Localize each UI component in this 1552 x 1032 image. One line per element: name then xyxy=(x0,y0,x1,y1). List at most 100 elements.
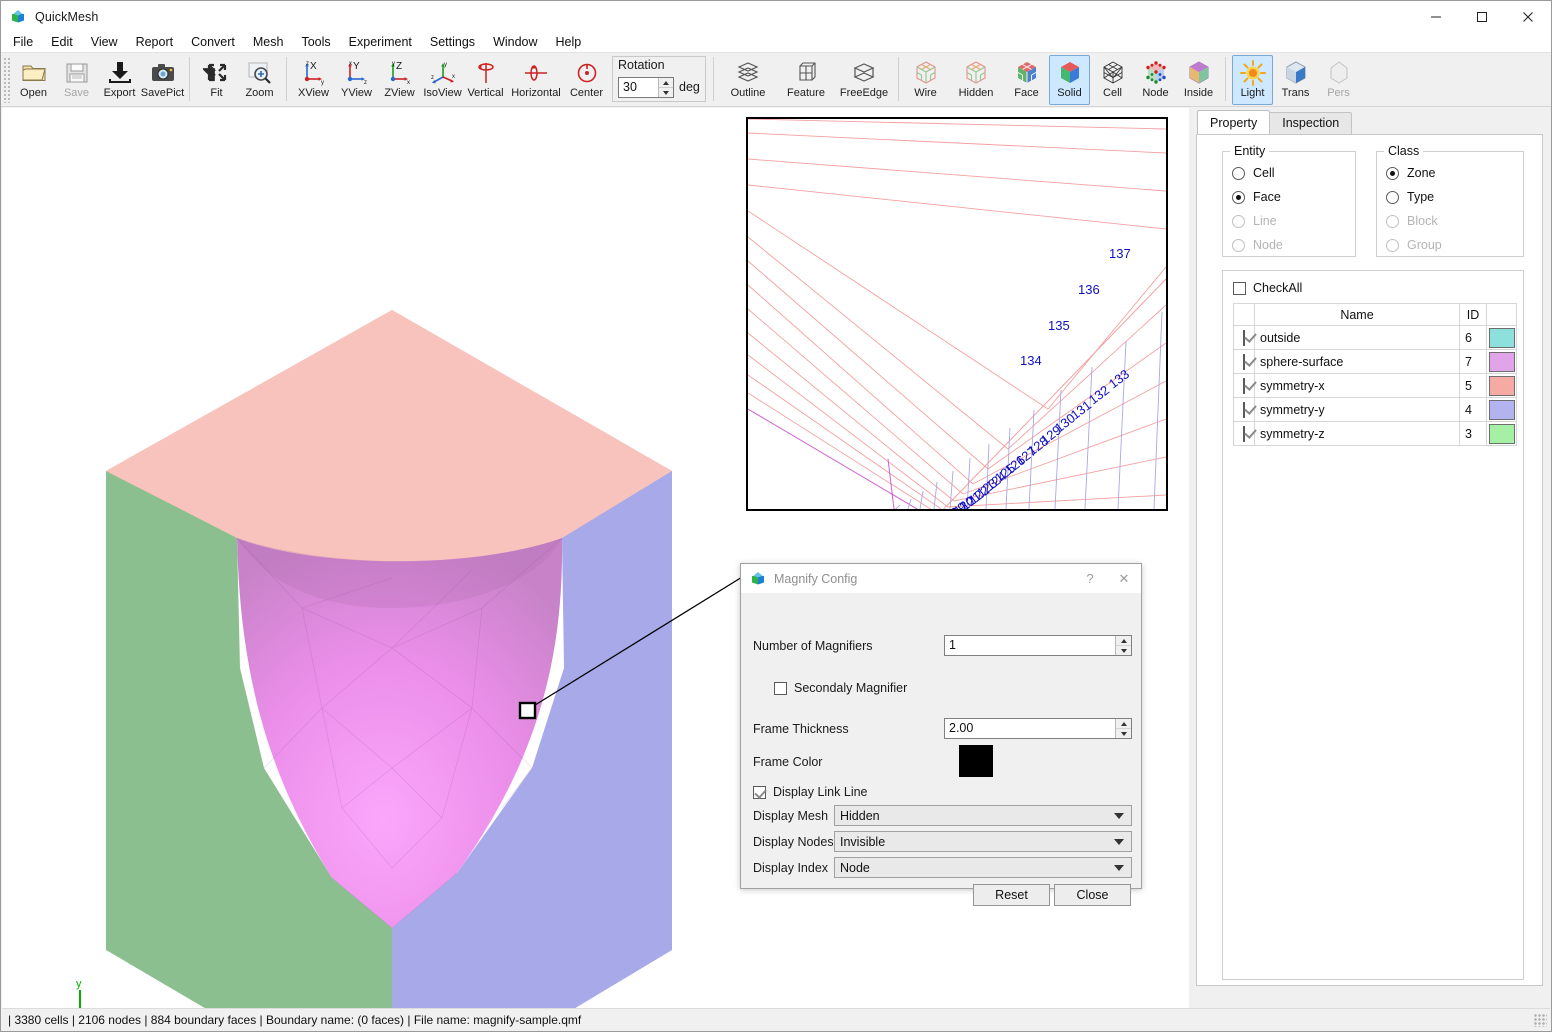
toolbar-button-savepict[interactable]: SavePict xyxy=(141,55,184,105)
toolbar-grip[interactable] xyxy=(3,57,10,103)
minimize-icon[interactable] xyxy=(1413,1,1459,32)
display-link-line-row[interactable]: Display Link Line xyxy=(753,785,868,799)
zone-row-checkbox-cell[interactable] xyxy=(1233,373,1255,398)
zone-row-color-cell[interactable] xyxy=(1486,325,1517,350)
radio-icon[interactable] xyxy=(1232,166,1245,180)
check-all-checkbox[interactable] xyxy=(1233,281,1246,295)
close-button[interactable]: Close xyxy=(1054,884,1131,906)
spinner-up-icon[interactable] xyxy=(1116,636,1131,646)
tab-property[interactable]: Property xyxy=(1197,110,1271,135)
num-magnifiers-arrows[interactable] xyxy=(1115,636,1131,655)
table-row[interactable]: outside 6 xyxy=(1233,325,1517,350)
magnify-config-dialog[interactable]: Magnify Config ? ✕ Number of Magnifiers … xyxy=(740,563,1142,906)
table-row[interactable]: symmetry-x 5 xyxy=(1233,373,1517,398)
menu-item-help[interactable]: Help xyxy=(547,33,591,52)
menu-item-view[interactable]: View xyxy=(82,33,127,52)
zone-color-swatch[interactable] xyxy=(1488,351,1515,372)
table-row[interactable]: symmetry-z 3 xyxy=(1233,421,1517,446)
spinner-down-icon[interactable] xyxy=(1116,729,1131,738)
class-option-zone[interactable]: Zone xyxy=(1377,161,1523,185)
toolbar-button-center[interactable]: Center xyxy=(566,55,607,105)
help-icon[interactable]: ? xyxy=(1073,564,1107,594)
toolbar-button-face[interactable]: Face xyxy=(1006,55,1047,105)
frame-thickness-value[interactable]: 2.00 xyxy=(945,719,1115,738)
frame-thickness-arrows[interactable] xyxy=(1115,719,1131,738)
spinner-up-icon[interactable] xyxy=(1116,719,1131,729)
menu-item-experiment[interactable]: Experiment xyxy=(340,33,421,52)
table-row[interactable]: symmetry-y 4 xyxy=(1233,397,1517,422)
zone-color-swatch[interactable] xyxy=(1488,423,1515,444)
zone-row-color-cell[interactable] xyxy=(1486,373,1517,398)
zone-color-swatch[interactable] xyxy=(1488,399,1515,420)
rotation-value[interactable]: 30 xyxy=(619,78,658,97)
zone-row-checkbox[interactable] xyxy=(1243,353,1245,370)
zone-row-checkbox[interactable] xyxy=(1243,401,1245,418)
toolbar-button-cell[interactable]: Cell xyxy=(1092,55,1133,105)
toolbar-button-hidden[interactable]: Hidden xyxy=(948,55,1004,105)
zone-color-swatch[interactable] xyxy=(1488,375,1515,396)
dialog-close-icon[interactable]: ✕ xyxy=(1107,564,1141,594)
zone-row-checkbox[interactable] xyxy=(1243,377,1245,394)
zone-row-color-cell[interactable] xyxy=(1486,349,1517,374)
spinner-up-icon[interactable] xyxy=(659,78,673,88)
toolbar-button-yview[interactable]: Y x z YView xyxy=(336,55,377,105)
toolbar-button-zoom[interactable]: Zoom xyxy=(239,55,280,105)
secondary-magnifier-row[interactable]: Secondaly Magnifier xyxy=(774,681,907,695)
menu-item-file[interactable]: File xyxy=(4,33,42,52)
toolbar-button-wire[interactable]: Wire xyxy=(905,55,946,105)
menu-item-tools[interactable]: Tools xyxy=(292,33,339,52)
radio-icon[interactable] xyxy=(1386,166,1399,180)
toolbar-button-fit[interactable]: Fit xyxy=(196,55,237,105)
display-mesh-select[interactable]: Hidden xyxy=(834,805,1132,826)
zone-row-color-cell[interactable] xyxy=(1486,397,1517,422)
num-magnifiers-spinner[interactable]: 1 xyxy=(944,635,1132,656)
menu-item-mesh[interactable]: Mesh xyxy=(244,33,293,52)
check-all-row[interactable]: CheckAll xyxy=(1233,281,1302,295)
table-row[interactable]: sphere-surface 7 xyxy=(1233,349,1517,374)
rotation-spinner-arrows[interactable] xyxy=(658,78,673,97)
class-option-type[interactable]: Type xyxy=(1377,185,1523,209)
spinner-down-icon[interactable] xyxy=(659,88,673,97)
zone-row-checkbox-cell[interactable] xyxy=(1233,421,1255,446)
toolbar-button-trans[interactable]: Trans xyxy=(1275,55,1316,105)
frame-thickness-spinner[interactable]: 2.00 xyxy=(944,718,1132,739)
menu-item-report[interactable]: Report xyxy=(127,33,183,52)
toolbar-button-isoview[interactable]: y z x IsoView xyxy=(422,55,463,105)
menu-item-window[interactable]: Window xyxy=(484,33,546,52)
maximize-icon[interactable] xyxy=(1459,1,1505,32)
radio-icon[interactable] xyxy=(1232,190,1245,204)
toolbar-button-node[interactable]: Node xyxy=(1135,55,1176,105)
radio-icon[interactable] xyxy=(1386,190,1399,204)
zone-row-checkbox-cell[interactable] xyxy=(1233,325,1255,350)
menu-item-settings[interactable]: Settings xyxy=(421,33,484,52)
spinner-down-icon[interactable] xyxy=(1116,646,1131,655)
toolbar-button-horizontal[interactable]: Horizontal xyxy=(508,55,564,105)
zone-row-checkbox[interactable] xyxy=(1243,329,1245,346)
display-link-line-checkbox[interactable] xyxy=(753,785,766,799)
menu-item-edit[interactable]: Edit xyxy=(42,33,82,52)
resize-grip[interactable] xyxy=(1534,1014,1547,1027)
zone-row-checkbox-cell[interactable] xyxy=(1233,349,1255,374)
display-nodes-select[interactable]: Invisible xyxy=(834,831,1132,852)
menu-item-convert[interactable]: Convert xyxy=(182,33,244,52)
toolbar-button-export[interactable]: Export xyxy=(99,55,140,105)
secondary-magnifier-checkbox[interactable] xyxy=(774,681,787,695)
toolbar-button-outline[interactable]: Outline xyxy=(720,55,776,105)
toolbar-button-xview[interactable]: X z y XView xyxy=(293,55,334,105)
zone-row-checkbox-cell[interactable] xyxy=(1233,397,1255,422)
num-magnifiers-value[interactable]: 1 xyxy=(945,636,1115,655)
rotation-spinner[interactable]: 30 xyxy=(618,77,674,98)
toolbar-button-pers[interactable]: Pers xyxy=(1318,55,1359,105)
zone-color-swatch[interactable] xyxy=(1488,327,1515,348)
entity-option-face[interactable]: Face xyxy=(1223,185,1355,209)
close-icon[interactable] xyxy=(1505,1,1551,32)
toolbar-button-open[interactable]: Open xyxy=(13,55,54,105)
toolbar-button-zview[interactable]: Z y x ZView xyxy=(379,55,420,105)
toolbar-button-vertical[interactable]: Vertical xyxy=(465,55,506,105)
toolbar-button-freeedge[interactable]: FreeEdge xyxy=(836,55,892,105)
zone-row-color-cell[interactable] xyxy=(1486,421,1517,446)
reset-button[interactable]: Reset xyxy=(973,884,1050,906)
toolbar-button-light[interactable]: Light xyxy=(1232,55,1273,105)
frame-color-swatch[interactable] xyxy=(959,745,993,777)
toolbar-button-feature[interactable]: Feature xyxy=(778,55,834,105)
